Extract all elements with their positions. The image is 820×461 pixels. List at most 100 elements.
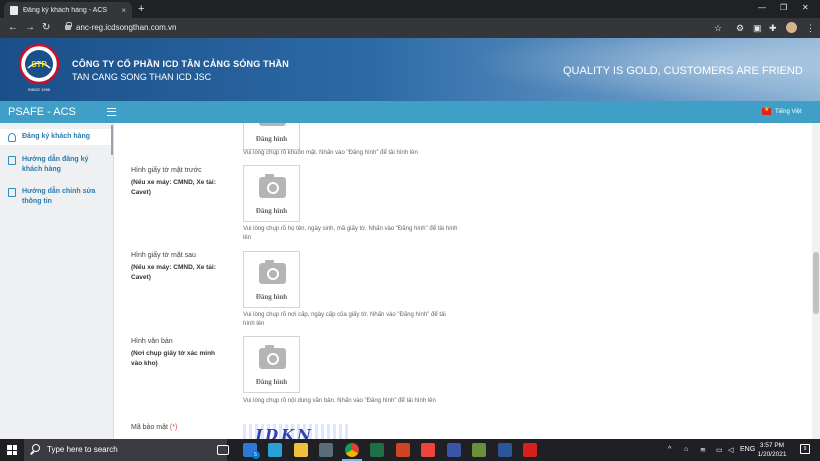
close-tab-icon[interactable]: × [121,6,126,15]
sidebar-scrollbar[interactable] [111,125,113,155]
sidebar-item-label: Hướng dẫn đăng ký khách hàng [22,156,89,173]
edit-icon [8,188,16,197]
back-icon[interactable]: ← [8,21,18,35]
close-window-button[interactable]: ✕ [802,3,809,12]
upload-label: Đăng hình [255,378,288,386]
new-tab-button[interactable]: + [138,2,144,16]
face-photo-hint: Vui lòng chụp rõ khuôn mặt. Nhấn vào "Đă… [243,150,418,156]
sidebar-item-edit-guide[interactable]: Hướng dẫn chỉnh sửa thông tin [0,187,113,209]
file-explorer-icon[interactable] [293,443,308,457]
sidebar: Đăng ký khách hàng Hướng dẫn đăng ký khá… [0,123,114,439]
camera-icon [259,345,286,369]
id-back-upload[interactable]: Đăng hình [243,251,300,308]
user-icon [8,133,16,142]
id-front-upload[interactable]: Đăng hình [243,165,300,222]
company-name: CÔNG TY CỔ PHẦN ICD TÂN CẢNG SÓNG THẦN [72,59,289,69]
browser-tab[interactable]: Đăng ký khách hàng - ACS × [4,2,132,18]
page-icon [10,5,18,15]
photos-icon[interactable] [319,443,333,457]
capture-icon[interactable]: ▣ [753,22,762,34]
browser-toolbar: ← → ↻ anc-reg.icdsongthan.com.vn ☆ ⚙ ▣ ✚… [0,18,820,38]
registration-form: Đăng hình Vui lòng chụp rõ khuôn mặt. Nh… [115,123,812,439]
id-front-note: (Nếu xe máy: CMND, Xe tải: Cavet) [131,179,216,196]
visio-icon[interactable] [446,443,461,457]
captcha-label: Mã bảo mật (*) [131,424,178,431]
document-hint: Vui lòng chụp rõ nội dung văn bản. Nhấn … [243,398,436,404]
sidebar-item-register-guide[interactable]: Hướng dẫn đăng ký khách hàng [0,155,113,177]
extensions-puzzle-icon[interactable]: ✚ [769,22,777,34]
notification-center-icon[interactable]: 9 [800,444,810,454]
tray-overflow-icon[interactable]: ^ [668,446,671,453]
document-upload[interactable]: Đăng hình [243,336,300,393]
company-logo: STP SINCE 1995 [18,43,60,92]
id-back-label: Hình giấy tờ mặt sau [131,252,196,259]
restore-button[interactable]: ❐ [780,3,787,12]
company-name-en: TAN CANG SONG THAN ICD JSC [72,72,212,82]
windows-start-icon[interactable] [7,445,17,455]
minimize-button[interactable]: — [758,3,766,12]
upload-label: Đăng hình [255,293,288,301]
windows-taskbar: Type here to search 5 ^ ⌂ ≋ ▭ ◁ ENG 3:57… [0,439,820,461]
reload-icon[interactable]: ↻ [42,21,50,35]
id-back-hint: Vui lòng chụp rõ nơi cấp, ngày cấp của g… [243,312,446,327]
wifi-icon[interactable]: ≋ [700,446,706,454]
tab-title: Đăng ký khách hàng - ACS [23,6,108,14]
document-label: Hình văn bản [131,338,173,345]
clock-time: 3:57 PM [759,442,785,449]
logo-monogram: STP [31,60,47,69]
site-banner: STP SINCE 1995 CÔNG TY CỔ PHẦN ICD TÂN C… [0,38,820,101]
camera-icon [259,174,286,198]
app-title[interactable]: PSAFE - ACS [8,106,76,118]
captcha-image: JDKN [243,424,351,439]
forward-icon[interactable]: → [25,21,35,35]
mail-badge: 5 [251,451,260,459]
app-bar: PSAFE - ACS Tiếng Việt [0,101,820,123]
captcha-text: JDKN [255,426,314,439]
search-icon [32,444,40,452]
sidebar-item-label: Đăng ký khách hàng [22,133,91,140]
menu-icon[interactable]: ⋮ [806,22,815,34]
language-label: Tiếng Việt [775,108,802,115]
word-icon[interactable] [497,443,512,457]
lock-icon [65,22,72,30]
network-icon[interactable]: ⌂ [684,446,688,453]
taskbar-clock[interactable]: 3:57 PM 1/20/2021 [752,442,792,459]
upload-label: Đăng hình [255,207,288,215]
id-back-note: (Nếu xe máy: CMND, Xe tải: Cavet) [131,264,216,281]
required-mark: (*) [169,424,178,431]
page-scrollbar-thumb[interactable] [813,252,819,314]
face-photo-upload[interactable]: Đăng hình [243,123,300,150]
id-front-label: Hình giấy tờ mặt trước [131,167,202,174]
language-selector[interactable]: Tiếng Việt [762,106,802,115]
slogan: QUALITY IS GOLD, CUSTOMERS ARE FRIEND [563,65,803,77]
camera-icon [259,123,286,126]
task-view-icon[interactable] [217,445,229,455]
id-front-hint: Vui lòng chụp rõ họ tên, ngày sinh, mã g… [243,226,458,241]
sidebar-item-register[interactable]: Đăng ký khách hàng [0,129,113,145]
profile-avatar[interactable] [786,22,797,33]
logo-caption: SINCE 1995 [28,87,51,92]
volume-icon[interactable]: ◁ [728,446,733,454]
camera-icon [259,260,286,284]
mail-icon[interactable]: 5 [242,443,260,459]
powerpoint-icon[interactable] [395,443,410,457]
anydesk-icon[interactable] [421,443,435,457]
chrome-icon[interactable] [341,443,362,461]
skype-icon[interactable] [268,443,282,457]
extension-icon[interactable]: ⚙ [736,22,744,34]
upload-label: Đăng hình [255,135,288,143]
taskbar-search[interactable]: Type here to search [24,439,227,461]
hamburger-menu-icon[interactable] [107,108,116,116]
excel-icon[interactable] [370,443,384,457]
battery-icon[interactable]: ▭ [716,446,723,454]
browser-tab-strip: Đăng ký khách hàng - ACS × + — ❐ ✕ [0,0,820,18]
address-bar[interactable]: anc-reg.icdsongthan.com.vn [76,22,177,34]
document-note: (Nơi chụp giấy tờ xác minh vào kho) [131,350,216,367]
star-icon[interactable]: ☆ [714,22,722,34]
clock-date: 1/20/2021 [757,450,787,458]
app-icon[interactable] [472,443,486,457]
search-placeholder: Type here to search [47,445,118,454]
sidebar-item-label: Hướng dẫn chỉnh sửa thông tin [22,188,96,205]
pdf-icon[interactable] [523,443,537,457]
document-icon [8,156,16,165]
